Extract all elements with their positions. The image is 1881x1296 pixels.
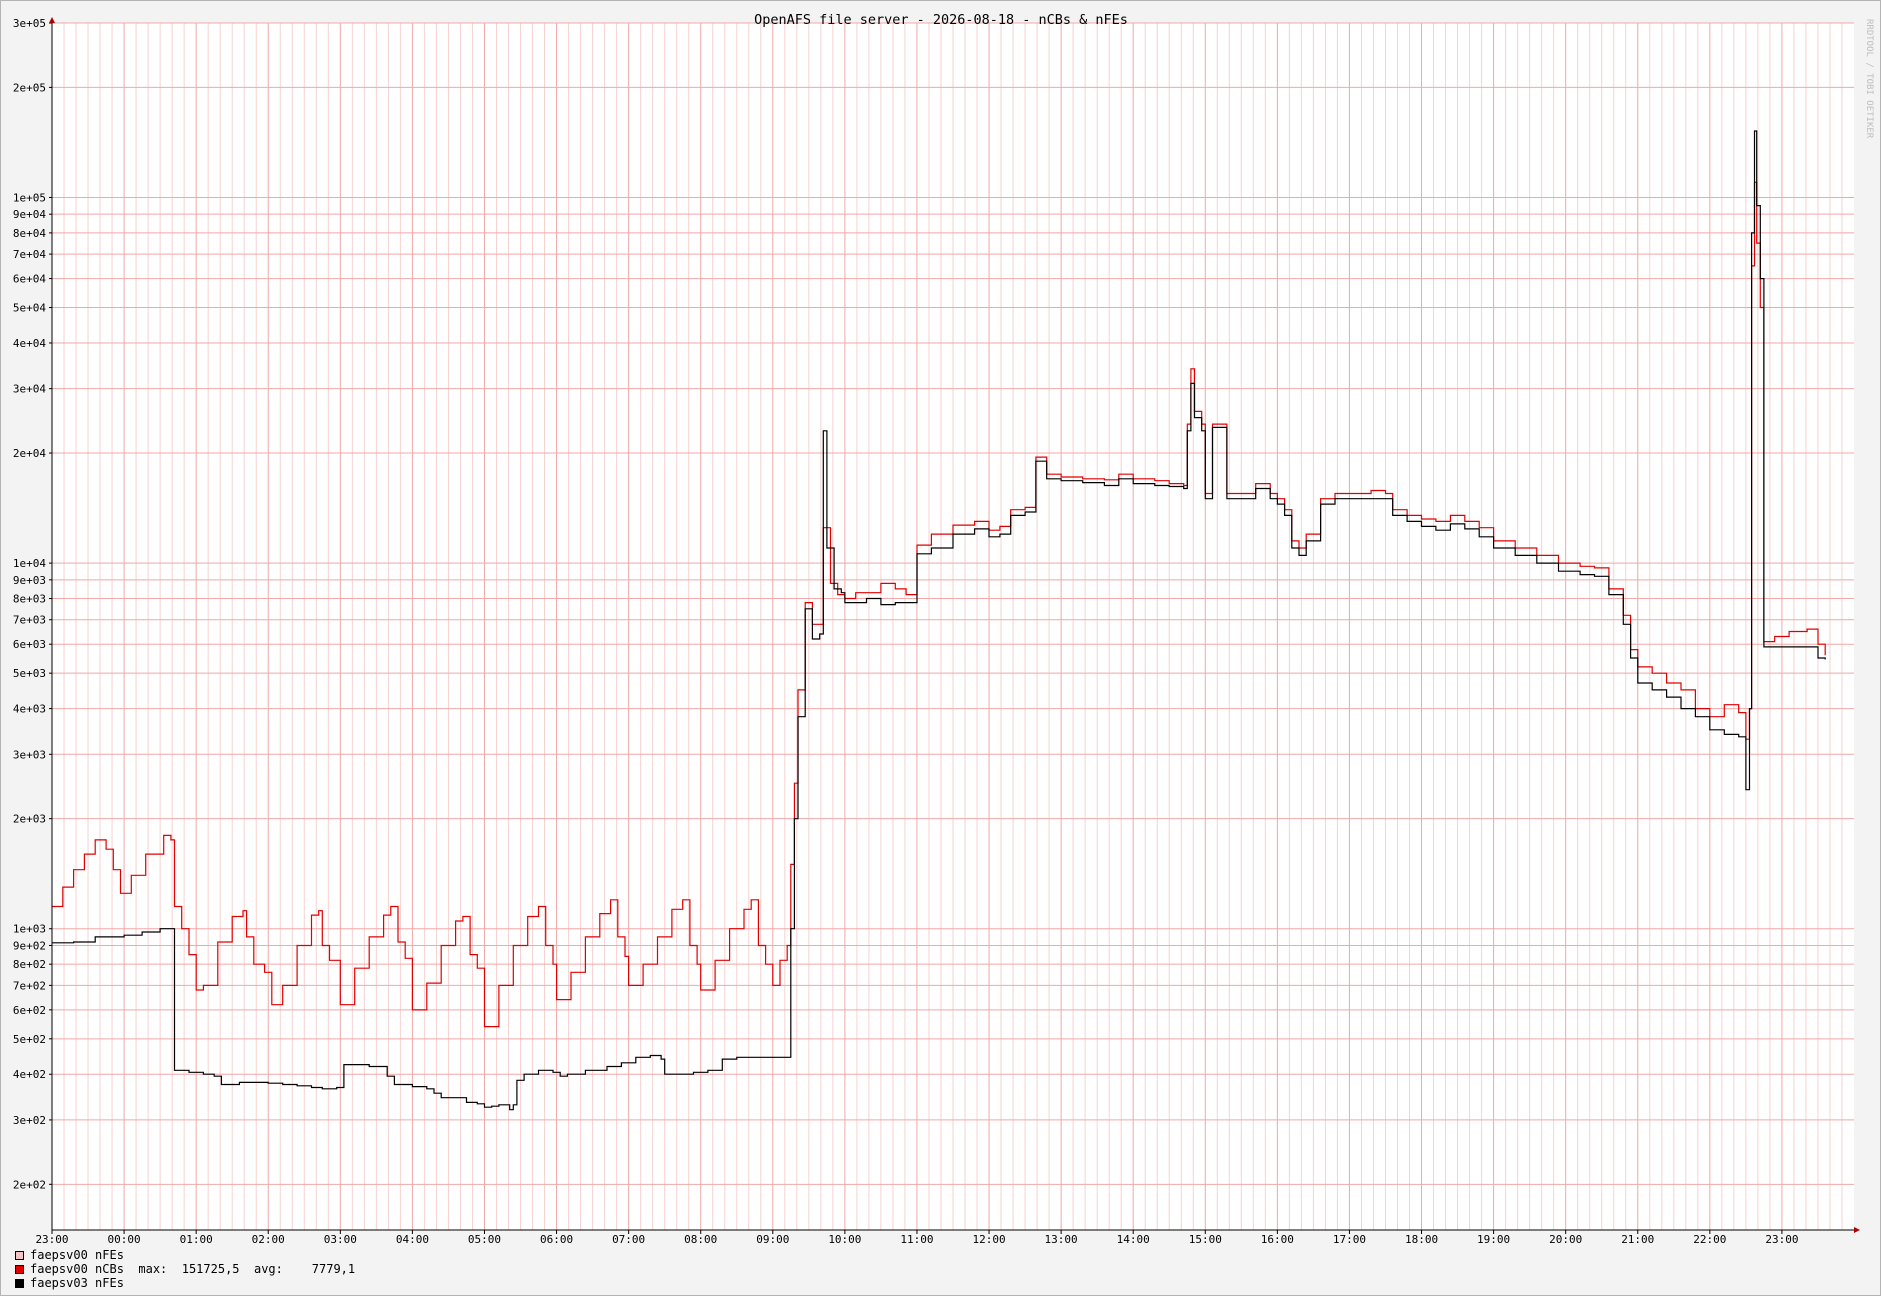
y-tick-label: 1e+03 — [13, 923, 46, 936]
legend: faepsv00 nFEs faepsv00 nCBs max: 151725,… — [15, 1248, 355, 1290]
chart-title: OpenAFS file server - 2026-08-18 - nCBs … — [754, 12, 1128, 28]
y-tick-label: 9e+02 — [13, 939, 46, 952]
y-tick-label: 5e+02 — [13, 1033, 46, 1046]
y-tick-label: 8e+02 — [13, 958, 46, 971]
legend-entry: faepsv00 nCBs max: 151725,5 avg: 7779,1 — [15, 1262, 355, 1276]
y-tick-label: 7e+04 — [13, 248, 46, 261]
y-tick-label: 6e+02 — [13, 1004, 46, 1017]
legend-stats: max: 151725,5 avg: 7779,1 — [138, 1262, 356, 1276]
x-tick-label: 07:00 — [612, 1233, 645, 1246]
chart-frame: 2e+02 3e+02 4e+02 5e+02 6e+02 7e+02 8e+02 9e+02… — [0, 0, 1881, 1296]
x-tick-label: 13:00 — [1045, 1233, 1078, 1246]
x-tick-label: 20:00 — [1549, 1233, 1582, 1246]
x-tick-label: 23:00 — [35, 1233, 68, 1246]
x-tick-label: 16:00 — [1261, 1233, 1294, 1246]
x-tick-label: 10:00 — [828, 1233, 861, 1246]
y-tick-label: 7e+03 — [13, 614, 46, 627]
x-tick-label: 19:00 — [1477, 1233, 1510, 1246]
y-tick-label: 4e+03 — [13, 703, 46, 716]
x-tick-label: 00:00 — [108, 1233, 141, 1246]
x-tick-label: 04:00 — [396, 1233, 429, 1246]
x-tick-label: 06:00 — [540, 1233, 573, 1246]
y-tick-label: 5e+04 — [13, 302, 46, 315]
y-tick-label: 3e+03 — [13, 748, 46, 761]
legend-swatch — [15, 1250, 24, 1260]
y-tick-labels: 2e+02 3e+02 4e+02 5e+02 6e+02 7e+02 8e+02 9e+02… — [13, 17, 46, 1191]
legend-swatch — [15, 1278, 24, 1288]
y-tick-label: 3e+05 — [13, 17, 46, 30]
y-tick-label: 3e+04 — [13, 383, 46, 396]
y-tick-label: 4e+04 — [13, 337, 46, 350]
legend-entry: faepsv03 nFEs — [15, 1276, 355, 1290]
x-tick-labels: 23:00 00:00 01:00 02:00 03:00 04:00 05:00 06:00… — [35, 1233, 1798, 1246]
y-tick-label: 6e+03 — [13, 638, 46, 651]
y-axis-arrow — [49, 17, 55, 23]
y-tick-label: 4e+02 — [13, 1068, 46, 1081]
x-tick-label: 15:00 — [1189, 1233, 1222, 1246]
legend-spacer — [124, 1262, 138, 1276]
y-tick-label: 3e+02 — [13, 1114, 46, 1127]
y-tick-label: 1e+05 — [13, 191, 46, 204]
x-tick-label: 11:00 — [900, 1233, 933, 1246]
x-tick-label: 18:00 — [1405, 1233, 1438, 1246]
x-tick-label: 17:00 — [1333, 1233, 1366, 1246]
y-tick-label: 2e+04 — [13, 447, 46, 460]
x-tick-label: 14:00 — [1117, 1233, 1150, 1246]
legend-label: faepsv00 nCBs — [30, 1262, 124, 1276]
x-tick-label: 08:00 — [684, 1233, 717, 1246]
y-tick-label: 8e+04 — [13, 227, 46, 240]
y-tick-label: 2e+03 — [13, 813, 46, 826]
x-tick-label: 21:00 — [1621, 1233, 1654, 1246]
watermark-text: RRDTOOL / TOBI OETIKER — [1864, 19, 1874, 139]
y-tick-label: 9e+04 — [13, 208, 46, 221]
x-tick-label: 12:00 — [972, 1233, 1005, 1246]
legend-label: faepsv00 nFEs — [30, 1248, 124, 1262]
x-tick-label: 09:00 — [756, 1233, 789, 1246]
y-tick-label: 1e+04 — [13, 557, 46, 570]
y-tick-label: 2e+02 — [13, 1178, 46, 1191]
x-tick-label: 02:00 — [252, 1233, 285, 1246]
y-tick-label: 6e+04 — [13, 273, 46, 286]
x-axis-arrow — [1854, 1227, 1860, 1233]
x-tick-label: 05:00 — [468, 1233, 501, 1246]
y-tick-label: 7e+02 — [13, 979, 46, 992]
y-tick-label: 2e+05 — [13, 81, 46, 94]
chart-canvas: 2e+02 3e+02 4e+02 5e+02 6e+02 7e+02 8e+02 9e+02… — [13, 12, 1874, 1246]
x-tick-label: 01:00 — [180, 1233, 213, 1246]
y-tick-label: 9e+03 — [13, 574, 46, 587]
y-tick-label: 8e+03 — [13, 593, 46, 606]
legend-swatch — [15, 1264, 24, 1274]
y-tick-label: 5e+03 — [13, 667, 46, 680]
legend-entry: faepsv00 nFEs — [15, 1248, 355, 1262]
x-tick-label: 03:00 — [324, 1233, 357, 1246]
x-tick-label: 23:00 — [1765, 1233, 1798, 1246]
legend-label: faepsv03 nFEs — [30, 1276, 124, 1290]
x-tick-label: 22:00 — [1693, 1233, 1726, 1246]
